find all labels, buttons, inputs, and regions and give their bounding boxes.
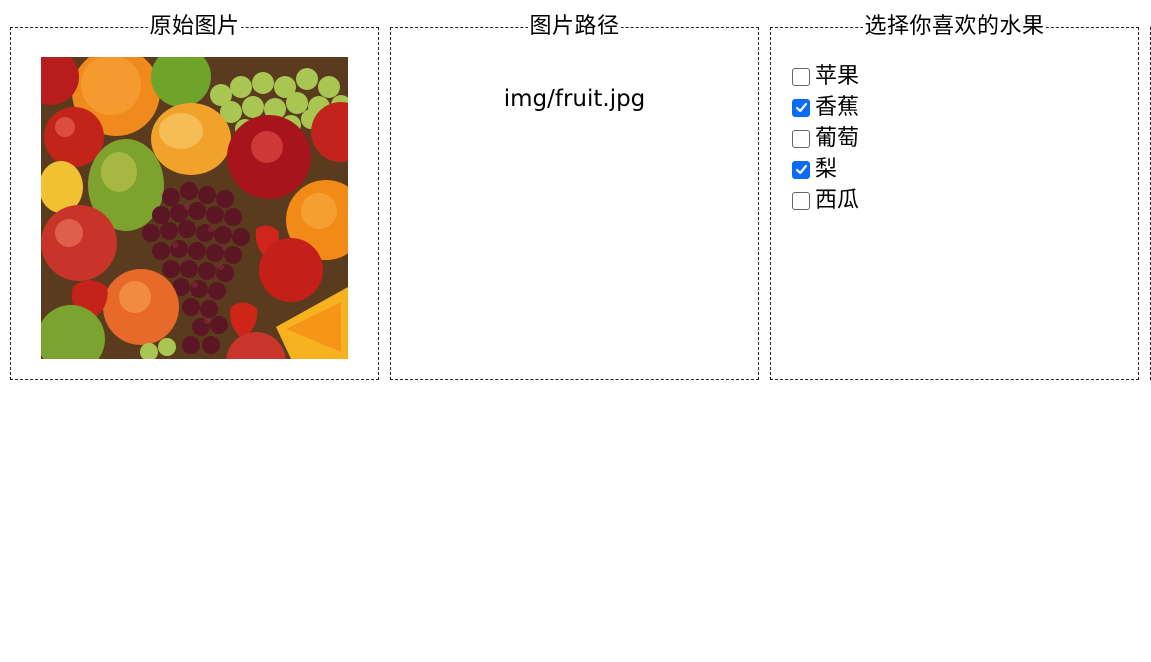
pear-checkbox[interactable]	[792, 160, 810, 179]
checkmark-icon	[795, 102, 807, 113]
checkmark-icon	[795, 164, 807, 175]
fruit-option-banana[interactable]: 香蕉	[792, 92, 859, 123]
image-path-panel: 图片路径 img/fruit.jpg	[390, 13, 759, 380]
fruit-choice-title: 选择你喜欢的水果	[863, 13, 1046, 41]
fruit-option-watermelon[interactable]: 西瓜	[792, 185, 859, 216]
banana-checkbox[interactable]	[792, 98, 810, 117]
grape-checkbox[interactable]	[792, 129, 810, 148]
watermelon-label: 西瓜	[815, 187, 860, 213]
apple-checkbox[interactable]	[792, 67, 810, 86]
grape-label: 葡萄	[815, 125, 860, 151]
image-path-title: 图片路径	[528, 13, 621, 41]
apple-label: 苹果	[815, 63, 860, 89]
image-path-text: img/fruit.jpg	[503, 86, 646, 112]
pear-label: 梨	[815, 156, 838, 182]
fruit-option-grape[interactable]: 葡萄	[792, 123, 859, 154]
fruit-checkbox-list: 苹果 香蕉 葡萄 梨 西瓜	[792, 61, 859, 216]
fruit-image	[41, 57, 348, 359]
original-image-panel: 原始图片	[10, 13, 379, 380]
fruit-option-pear[interactable]: 梨	[792, 154, 859, 185]
fruit-option-apple[interactable]: 苹果	[792, 61, 859, 92]
fruit-choice-panel: 选择你喜欢的水果 苹果 香蕉 葡萄 梨 西瓜	[770, 13, 1139, 380]
original-image-title: 原始图片	[148, 13, 241, 41]
watermelon-checkbox[interactable]	[792, 191, 810, 210]
banana-label: 香蕉	[815, 94, 860, 120]
